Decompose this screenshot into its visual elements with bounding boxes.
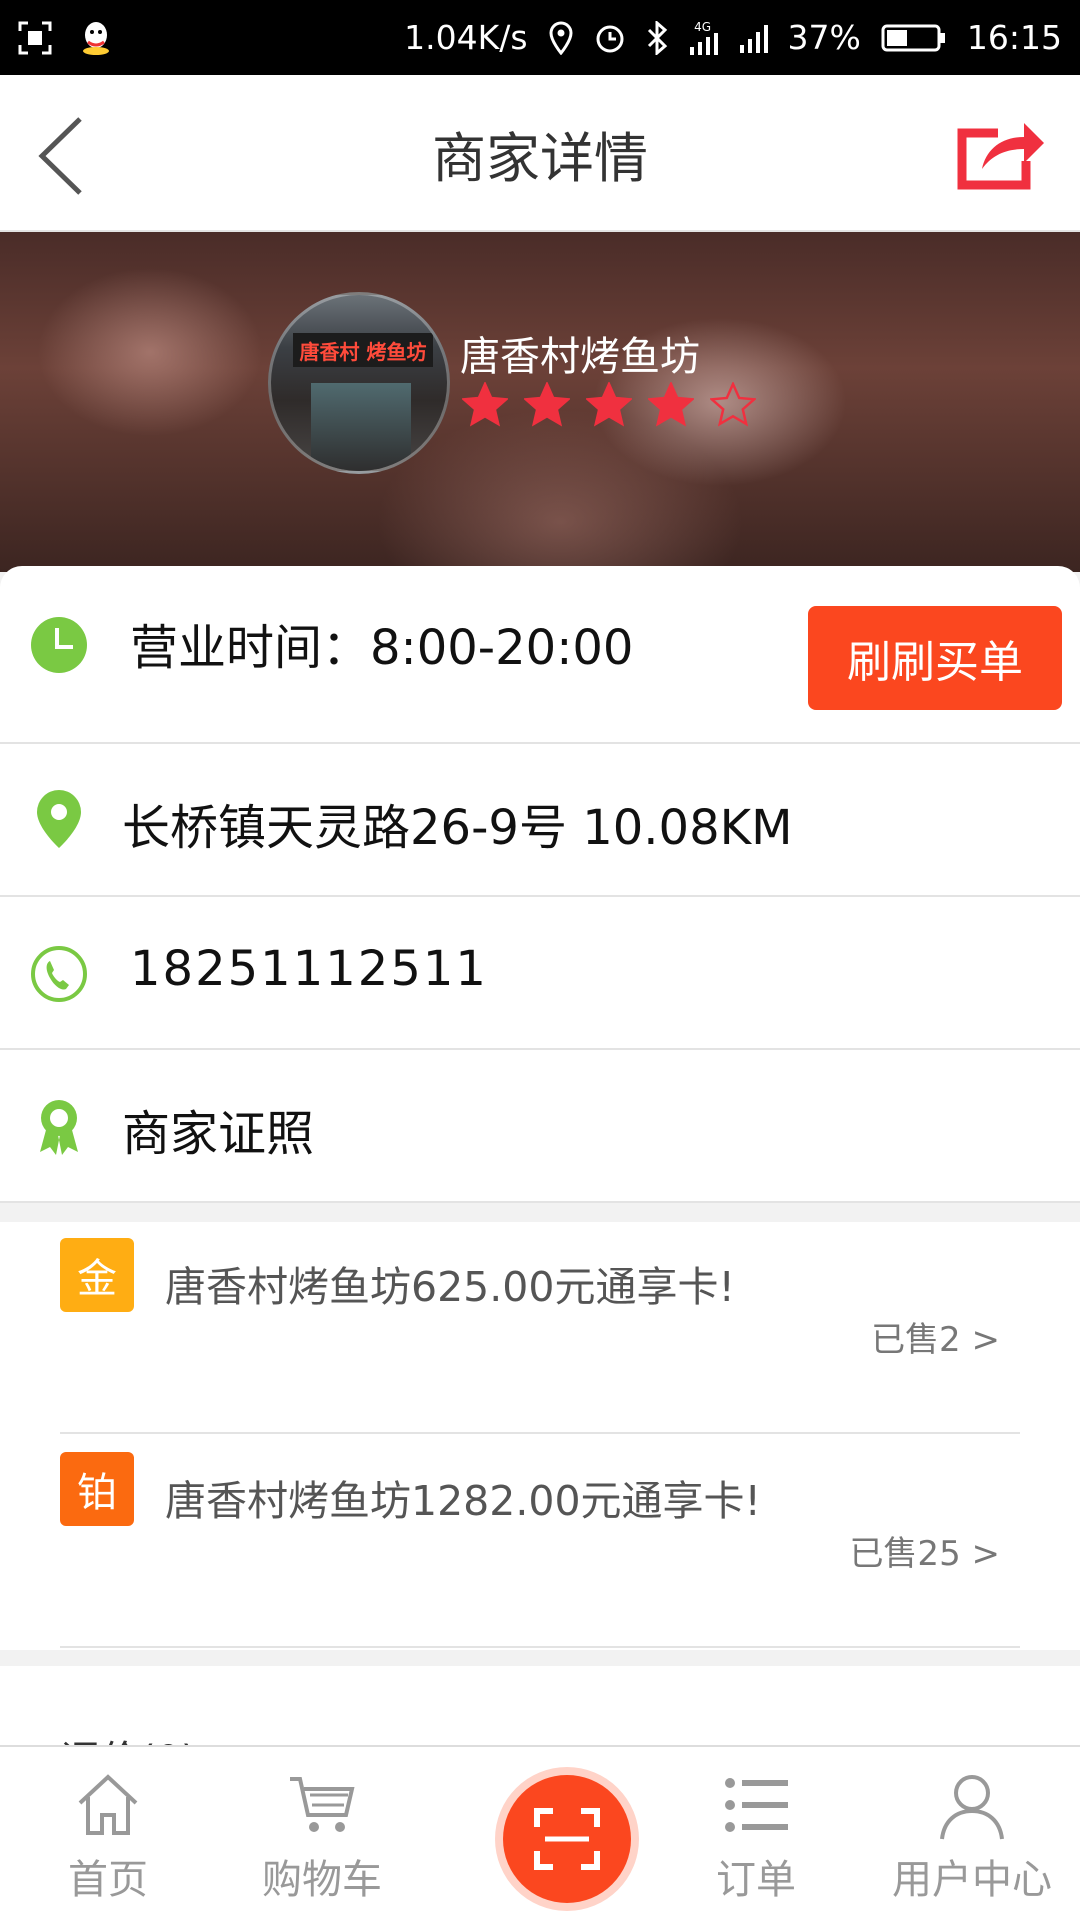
reviews-label: 评价(0)	[60, 1728, 197, 1746]
gold-badge: 金	[60, 1238, 134, 1312]
deals-list: 金 唐香村烤鱼坊625.00元通享卡! 已售2 > 铂 唐香村烤鱼坊1282.0…	[0, 1222, 1080, 1650]
battery-percent: 37%	[787, 18, 861, 57]
home-icon	[78, 1774, 138, 1835]
star-filled-icon	[648, 382, 694, 427]
hours-row: 营业时间：8:00-20:00 刷刷买单	[0, 566, 1080, 744]
share-icon	[957, 123, 1044, 190]
battery-icon	[881, 23, 947, 53]
deal-sold-count: 已售2 >	[871, 1320, 1000, 1360]
buy-button[interactable]: 刷刷买单	[808, 606, 1062, 710]
store-banner: 唐香村 烤鱼坊 唐香村烤鱼坊	[0, 232, 1080, 572]
address-row[interactable]: 长桥镇天灵路26-9号 10.08KM	[0, 744, 1080, 897]
page-title: 商家详情	[432, 127, 648, 190]
business-hours: 营业时间：8:00-20:00	[130, 620, 634, 676]
star-empty-icon	[710, 382, 756, 427]
list-icon	[725, 1778, 788, 1832]
license-row[interactable]: 商家证照	[0, 1050, 1080, 1203]
tab-user-center[interactable]: 用户中心	[872, 1769, 1072, 1905]
back-button[interactable]	[30, 113, 100, 198]
signal-icon	[738, 23, 768, 53]
store-door	[311, 383, 411, 471]
phone-icon	[31, 946, 87, 1002]
bottom-tab-bar: 首页 购物车 订单 用户中心	[0, 1745, 1080, 1920]
tab-home[interactable]: 首页	[8, 1769, 208, 1905]
alarm-icon	[594, 22, 626, 54]
scan-icon	[534, 1808, 600, 1870]
deal-item-platinum[interactable]: 铂 唐香村烤鱼坊1282.00元通享卡! 已售25 >	[60, 1436, 1020, 1648]
screenshot-icon	[18, 21, 52, 55]
location-icon	[548, 20, 574, 55]
clock: 16:15	[966, 18, 1062, 57]
store-rating	[462, 382, 756, 428]
reviews-section: 评价(0)	[0, 1666, 1080, 1746]
signal-4g-icon: 4G	[688, 21, 718, 55]
qq-icon	[80, 20, 112, 56]
bluetooth-icon	[646, 20, 668, 55]
star-filled-icon	[524, 382, 570, 427]
header: 商家详情	[0, 75, 1080, 232]
tab-label: 用户中心	[892, 1857, 1052, 1903]
license-text: 商家证照	[122, 1106, 315, 1162]
star-filled-icon	[586, 382, 632, 427]
star-filled-icon	[462, 382, 508, 427]
tab-cart[interactable]: 购物车	[222, 1769, 422, 1905]
deal-title: 唐香村烤鱼坊625.00元通享卡!	[165, 1263, 735, 1311]
deal-sold-count: 已售25 >	[849, 1534, 1000, 1574]
cart-icon	[290, 1777, 355, 1832]
status-bar: 1.04K/s 4G 37% 16:15	[0, 0, 1080, 75]
clock-icon	[31, 617, 87, 673]
scan-button[interactable]	[503, 1775, 631, 1903]
tab-label: 订单	[716, 1857, 796, 1903]
store-name: 唐香村烤鱼坊	[460, 334, 700, 380]
tab-label: 首页	[68, 1857, 148, 1903]
network-speed: 1.04K/s	[404, 18, 528, 57]
license-award-icon	[40, 1100, 78, 1155]
chevron-left-icon	[38, 117, 82, 195]
tab-orders[interactable]: 订单	[656, 1769, 856, 1905]
address-text: 长桥镇天灵路26-9号 10.08KM	[122, 800, 793, 856]
deal-title: 唐香村烤鱼坊1282.00元通享卡!	[165, 1477, 761, 1525]
user-icon	[940, 1775, 1004, 1840]
store-info-card: 营业时间：8:00-20:00 刷刷买单 长桥镇天灵路26-9号 10.08KM…	[0, 566, 1080, 1203]
tab-label: 购物车	[262, 1857, 382, 1903]
store-avatar: 唐香村 烤鱼坊	[268, 292, 450, 474]
store-sign: 唐香村 烤鱼坊	[293, 333, 433, 367]
share-button[interactable]	[954, 111, 1044, 191]
phone-row[interactable]: 18251112511	[0, 897, 1080, 1050]
location-pin-icon	[37, 790, 81, 848]
platinum-badge: 铂	[60, 1452, 134, 1526]
phone-number: 18251112511	[130, 941, 488, 997]
deal-item-gold[interactable]: 金 唐香村烤鱼坊625.00元通享卡! 已售2 >	[60, 1222, 1020, 1434]
